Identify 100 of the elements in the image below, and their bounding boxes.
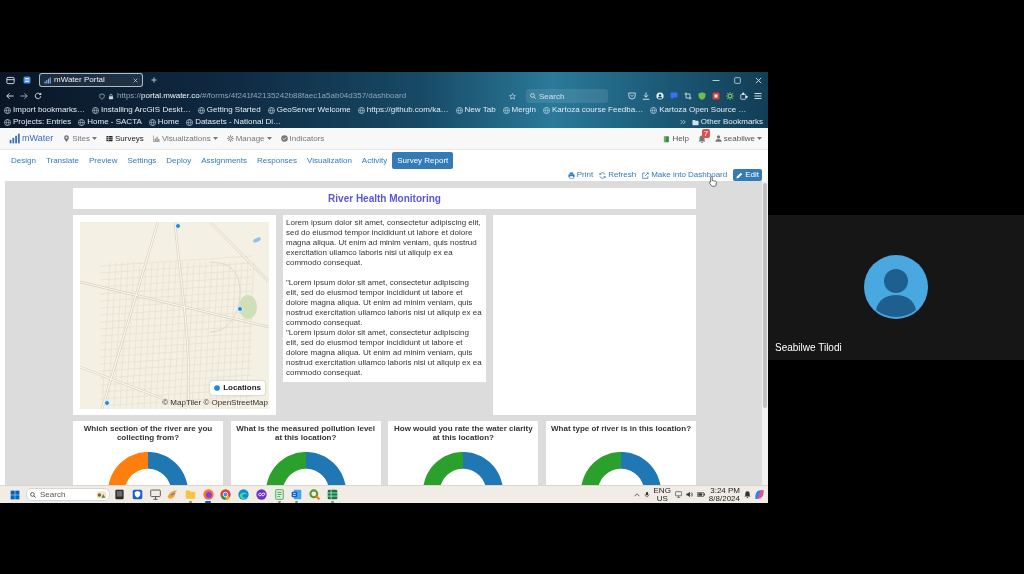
monitor-icon[interactable] xyxy=(149,489,161,500)
close-icon[interactable] xyxy=(133,77,138,83)
location-marker-icon[interactable] xyxy=(104,400,110,406)
menu-icon[interactable] xyxy=(754,92,762,100)
bookmark-link[interactable]: Kartoza course Feedba… xyxy=(543,104,644,116)
nav-menu[interactable]: Sites xyxy=(63,133,97,144)
nav-menu[interactable]: Surveys xyxy=(105,133,144,144)
bookmark-link[interactable]: Home - SACTA xyxy=(78,116,142,128)
chart-title: Which section of the river are you collecting from? xyxy=(82,424,214,442)
action-button[interactable]: Edit xyxy=(733,169,762,181)
puzzle-icon[interactable] xyxy=(740,92,748,100)
table-icon xyxy=(105,135,113,142)
close-icon[interactable] xyxy=(755,76,762,84)
plus-icon[interactable] xyxy=(151,77,157,83)
feather-icon[interactable] xyxy=(167,489,179,500)
star-icon[interactable] xyxy=(509,92,516,100)
help-link[interactable]: Help xyxy=(663,133,689,144)
survey-tab[interactable]: Translate xyxy=(40,152,84,169)
location-marker-icon[interactable] xyxy=(175,223,181,229)
bookmark-link[interactable]: GeoServer Welcome xyxy=(267,104,351,116)
speaker-icon[interactable] xyxy=(685,491,693,498)
globe-icon xyxy=(78,118,86,126)
bookmark-folder[interactable]: Other Bookmarks xyxy=(691,116,763,128)
wave-icon[interactable] xyxy=(238,489,250,500)
user-menu[interactable]: seabilwe xyxy=(714,133,762,144)
shield-icon[interactable] xyxy=(698,92,706,100)
petals-icon[interactable] xyxy=(755,490,764,499)
nav-menu[interactable]: Indicators xyxy=(280,133,325,144)
paragraph: "Lorem ipsum dolor sit amet, consectetur adipiscing elit, sed do eiusmod tempor incididunt ut labore et dolore magna aliqua. Ut enim ad minim veniam, quis nostrud exercitation ullamco laboris nisi ut aliquip ex ea commodo consequat. xyxy=(286,328,483,378)
microphone-icon[interactable] xyxy=(643,491,650,498)
brand-name[interactable]: mWater xyxy=(22,133,54,144)
bookmark-link[interactable]: https://github.com/ka… xyxy=(357,104,449,116)
reload-icon[interactable] xyxy=(34,92,42,100)
logo-bars-icon[interactable] xyxy=(9,133,20,144)
action-link[interactable]: Make into Dashboard xyxy=(642,170,728,180)
concentric-circles-icon[interactable] xyxy=(202,489,214,500)
survey-tab[interactable]: Preview xyxy=(83,152,123,169)
legend-label: Locations xyxy=(223,383,261,393)
chevron-up-icon[interactable] xyxy=(633,492,640,497)
survey-tab[interactable]: Design xyxy=(6,152,41,169)
bookmark-link[interactable]: Getting Started xyxy=(197,104,261,116)
nav-menu[interactable]: Visualizations xyxy=(152,133,218,144)
crop-icon[interactable] xyxy=(684,92,692,100)
account-icon[interactable] xyxy=(656,92,664,100)
search-icon xyxy=(530,93,536,99)
caret-icon xyxy=(757,137,762,140)
monitor-icon[interactable] xyxy=(674,491,682,498)
user-icon xyxy=(714,135,722,142)
survey-tab[interactable]: Settings xyxy=(122,152,162,169)
bookmark-link[interactable]: Home xyxy=(148,116,180,128)
survey-tab[interactable]: Assignments xyxy=(196,152,253,169)
bookmark-link[interactable]: Installing ArcGIS Deskt… xyxy=(92,104,191,116)
survey-tab[interactable]: Activity xyxy=(356,152,393,169)
panel-icon[interactable] xyxy=(6,75,15,85)
gear-icon[interactable] xyxy=(726,92,734,100)
windows-logo-icon[interactable] xyxy=(10,489,20,500)
minimize-icon[interactable] xyxy=(712,79,720,81)
infinity-icon[interactable] xyxy=(255,489,267,500)
notepad-icon[interactable] xyxy=(273,489,285,500)
pouch-icon[interactable] xyxy=(628,92,636,100)
clock[interactable]: 3:24 PM 8/8/2024 xyxy=(708,486,740,503)
shield-tile-icon[interactable] xyxy=(132,489,144,500)
survey-tab[interactable]: Deploy xyxy=(161,152,197,169)
participant-name: Seabilwe Tilodi xyxy=(775,342,842,354)
scrollbar-thumb[interactable] xyxy=(763,183,767,408)
bookmark-link[interactable]: Kartoza Open Source … xyxy=(650,104,747,116)
taskbar-search-field[interactable]: Search xyxy=(26,488,110,501)
browser-tab[interactable]: mWater Portal xyxy=(39,73,143,87)
bell-icon[interactable] xyxy=(744,491,751,498)
bookmark-link[interactable]: Import bookmarks… xyxy=(4,104,86,116)
action-link[interactable]: Refresh xyxy=(599,170,637,180)
spreadsheet-icon[interactable] xyxy=(326,489,338,500)
magnifier-icon[interactable] xyxy=(308,489,320,500)
tile-icon[interactable] xyxy=(712,92,720,100)
tabs-icon[interactable] xyxy=(23,76,31,84)
language-indicator[interactable]: ENG US xyxy=(653,486,671,503)
pin-icon xyxy=(63,135,71,142)
action-link[interactable]: Print xyxy=(567,170,594,180)
paragraph: "Lorem ipsum dolor sit amet, consectetur adipiscing elit, sed do eiusmod tempor incididunt ut labore et dolore magna aliqua. Ut enim ad minim veniam, quis nostrud exercitation ullamco laboris nisi ut aliquip ex ea commodo consequat. xyxy=(286,278,483,328)
nav-menu[interactable]: Manage xyxy=(226,133,272,144)
survey-tab[interactable]: Survey Report xyxy=(392,152,454,169)
bookmark-link[interactable]: Mergin xyxy=(502,104,537,116)
back-arrow-icon[interactable] xyxy=(6,92,14,100)
ring-icon[interactable] xyxy=(220,489,232,500)
bookmark-link[interactable]: Projects: Entries xyxy=(4,116,72,128)
survey-tab[interactable]: Responses xyxy=(252,152,303,169)
address-field[interactable]: https://portal.mwater.co/#/forms/4f241f42135242b88faec1a5ab04d357/dashboard xyxy=(95,89,520,103)
battery-icon[interactable] xyxy=(696,492,705,497)
restore-icon[interactable] xyxy=(734,76,741,84)
tablet-icon[interactable] xyxy=(114,489,126,500)
download-icon[interactable] xyxy=(642,92,650,100)
folder-icon xyxy=(691,118,699,126)
document-icon[interactable] xyxy=(291,489,303,500)
chevrons-icon[interactable] xyxy=(679,119,686,125)
survey-tab[interactable]: Visualization xyxy=(302,152,357,169)
bookmark-link[interactable]: Datasets - National Di… xyxy=(186,116,281,128)
location-marker-icon[interactable] xyxy=(237,306,243,312)
scrollbar-track[interactable] xyxy=(762,181,768,485)
bookmark-link[interactable]: New Tab xyxy=(455,104,496,116)
forward-arrow-icon[interactable] xyxy=(20,92,28,100)
